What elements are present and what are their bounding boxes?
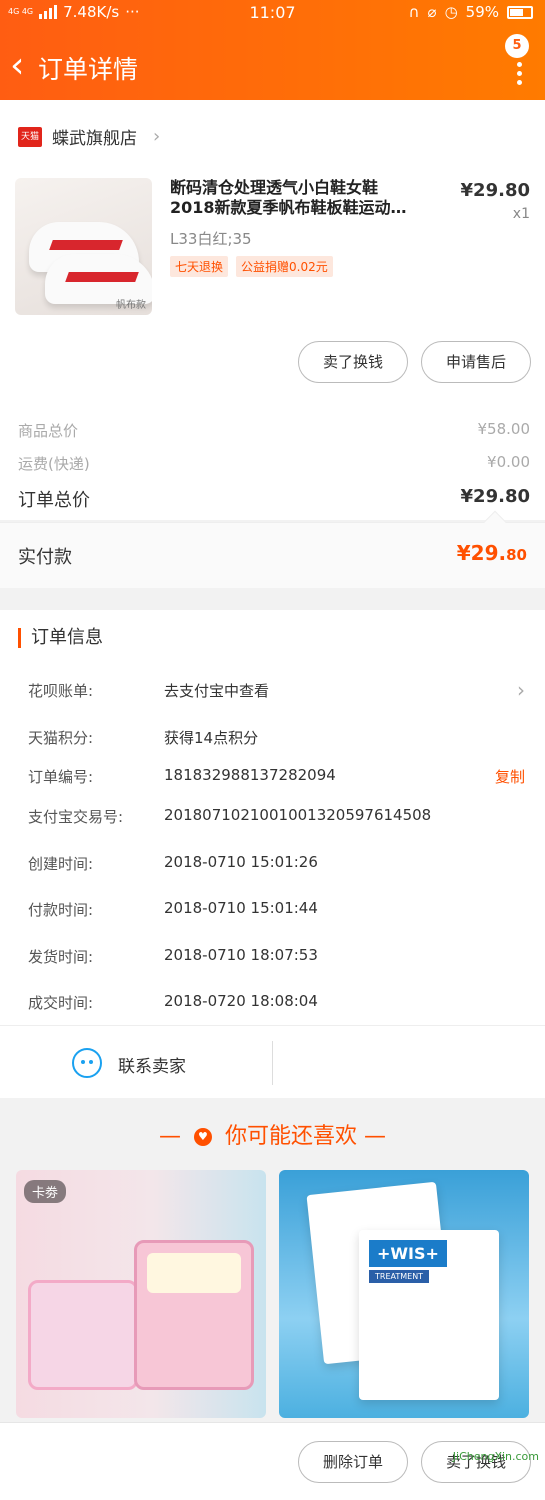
info-value: 181832988137282094: [164, 766, 336, 784]
goods-total-row: 商品总价 ¥58.00: [18, 420, 530, 441]
shop-name: 蝶武旗舰店: [52, 129, 137, 149]
recommend-title: — ♥ 你可能还喜欢 —: [0, 1118, 545, 1150]
product-image[interactable]: 帆布款: [15, 178, 152, 315]
info-value: 去支付宝中查看: [164, 682, 270, 700]
tmall-icon: 天猫: [18, 126, 42, 147]
tag-charity: 公益捐赠0.02元: [236, 256, 333, 277]
order-card: 天猫 蝶武旗舰店 › 帆布款 断码清仓处理透气小白鞋女鞋 2018新款夏季帆布鞋…: [0, 100, 545, 520]
thumb-label: 帆布款: [116, 300, 146, 311]
product-title[interactable]: 断码清仓处理透气小白鞋女鞋 2018新款夏季帆布鞋板鞋运动…: [170, 178, 450, 218]
info-value: 2018-0710 18:07:53: [164, 946, 318, 964]
nav-bar: ‹ 订单详情 5: [0, 34, 545, 94]
info-label: 花呗账单:: [28, 682, 94, 700]
product-title-line: 断码清仓处理透气小白鞋女鞋: [170, 178, 379, 197]
info-value: 获得14点积分: [164, 729, 259, 747]
chevron-right-icon: ›: [153, 126, 161, 147]
dash-left: —: [158, 1124, 181, 1149]
product-quantity: x1: [512, 206, 530, 222]
shipping-row: 运费(快递) ¥0.00: [18, 453, 530, 474]
alarm-icon: ◷: [444, 3, 458, 21]
info-label: 发货时间:: [28, 948, 94, 966]
paid-value: ¥29.80: [457, 541, 527, 565]
goods-total-label: 商品总价: [18, 422, 79, 440]
app-header: 4G 4G 7.48K/s ··· 11:07 ∩ ⌀ ◷ 59% ‹ 订单详情…: [0, 0, 545, 100]
cosmetic-bag-image: [28, 1280, 138, 1390]
info-row-alipay-id: 支付宝交易号: 2018071021001001320597614508: [28, 806, 525, 827]
shipping-value: ¥0.00: [487, 453, 530, 471]
order-info-card: 订单信息 花呗账单: 去支付宝中查看 › 天猫积分: 获得14点积分 订单编号:…: [0, 610, 545, 1098]
recommend-title-text: 你可能还喜欢: [224, 1124, 357, 1149]
shipping-label: 运费(快递): [18, 455, 90, 473]
headset-icon: ∩: [408, 3, 420, 21]
page-title: 订单详情: [38, 55, 139, 84]
info-label: 天猫积分:: [28, 729, 94, 747]
product-title-line: 2018新款夏季帆布鞋板鞋运动…: [170, 198, 407, 217]
service-tags: 七天退换 公益捐赠0.02元: [170, 256, 333, 277]
divider: [272, 1041, 273, 1085]
paid-row: 实付款 ¥29.80: [0, 510, 545, 588]
watermark: JiChengXin.com: [452, 1450, 539, 1463]
resell-button[interactable]: 卖了换钱: [298, 341, 408, 383]
product-sku: L33白红;35: [170, 230, 252, 248]
info-row-huabei[interactable]: 花呗账单: 去支付宝中查看: [28, 680, 525, 701]
info-value: 2018-0710 15:01:44: [164, 899, 318, 917]
info-value: 2018071021001001320597614508: [164, 806, 432, 824]
back-icon[interactable]: ‹: [10, 48, 24, 84]
price-summary: 商品总价 ¥58.00 运费(快递) ¥0.00 订单总价 ¥29.80: [18, 420, 530, 524]
info-row-paid-time: 付款时间: 2018-0710 15:01:44: [28, 899, 525, 920]
info-label: 支付宝交易号:: [28, 808, 124, 826]
contact-seller-label: 联系卖家: [118, 1057, 186, 1077]
heart-icon: ♥: [193, 1128, 212, 1146]
info-row-order-id: 订单编号: 181832988137282094: [28, 766, 525, 787]
after-sale-button[interactable]: 申请售后: [421, 341, 531, 383]
order-info-title: 订单信息: [18, 628, 103, 648]
video-tag: 卡劵: [24, 1180, 67, 1203]
brand-label: +WIS+: [369, 1240, 447, 1267]
info-label: 成交时间:: [28, 994, 94, 1012]
message-badge[interactable]: 5: [505, 34, 529, 58]
info-row-completed: 成交时间: 2018-0720 18:08:04: [28, 992, 525, 1013]
info-value: 2018-0710 15:01:26: [164, 853, 318, 871]
order-total-row: 订单总价 ¥29.80: [18, 486, 530, 512]
info-label: 创建时间:: [28, 855, 94, 873]
paid-value-cents: 80: [506, 546, 527, 564]
mute-icon: ⌀: [427, 3, 437, 21]
goods-total-value: ¥58.00: [477, 420, 531, 438]
mask-pack-image: +WIS+ TREATMENT: [359, 1230, 499, 1400]
chevron-right-icon[interactable]: ›: [517, 678, 525, 702]
order-total-label: 订单总价: [18, 490, 90, 511]
chat-icon: [72, 1048, 102, 1078]
tag-return: 七天退换: [170, 256, 229, 277]
paid-value-main: ¥29.: [456, 541, 507, 565]
info-value: 2018-0720 18:08:04: [164, 992, 318, 1010]
cosmetic-bag-image: [134, 1240, 254, 1390]
battery-icon: [507, 5, 533, 19]
more-menu-icon[interactable]: [517, 62, 523, 89]
product-sub-label: TREATMENT: [369, 1270, 430, 1283]
info-label: 订单编号:: [28, 768, 94, 786]
product-price: ¥29.80: [460, 180, 530, 201]
order-total-value: ¥29.80: [460, 486, 530, 507]
battery-percent: 59%: [465, 3, 499, 21]
status-bar: 4G 4G 7.48K/s ··· 11:07 ∩ ⌀ ◷ 59%: [0, 0, 545, 28]
paid-label: 实付款: [18, 547, 72, 568]
recommend-item[interactable]: +WIS+ TREATMENT: [279, 1170, 529, 1418]
delete-order-button[interactable]: 删除订单: [298, 1441, 408, 1483]
recommend-item[interactable]: 卡劵: [16, 1170, 266, 1418]
info-row-created: 创建时间: 2018-0710 15:01:26: [28, 853, 525, 874]
copy-button[interactable]: 复制: [495, 766, 525, 787]
info-label: 付款时间:: [28, 901, 94, 919]
contact-seller-button[interactable]: 联系卖家: [0, 1025, 545, 1098]
dash-right: —: [364, 1124, 386, 1149]
shop-link[interactable]: 天猫 蝶武旗舰店 ›: [18, 124, 160, 149]
info-row-shipped: 发货时间: 2018-0710 18:07:53: [28, 946, 525, 967]
info-row-points: 天猫积分: 获得14点积分: [28, 727, 525, 748]
